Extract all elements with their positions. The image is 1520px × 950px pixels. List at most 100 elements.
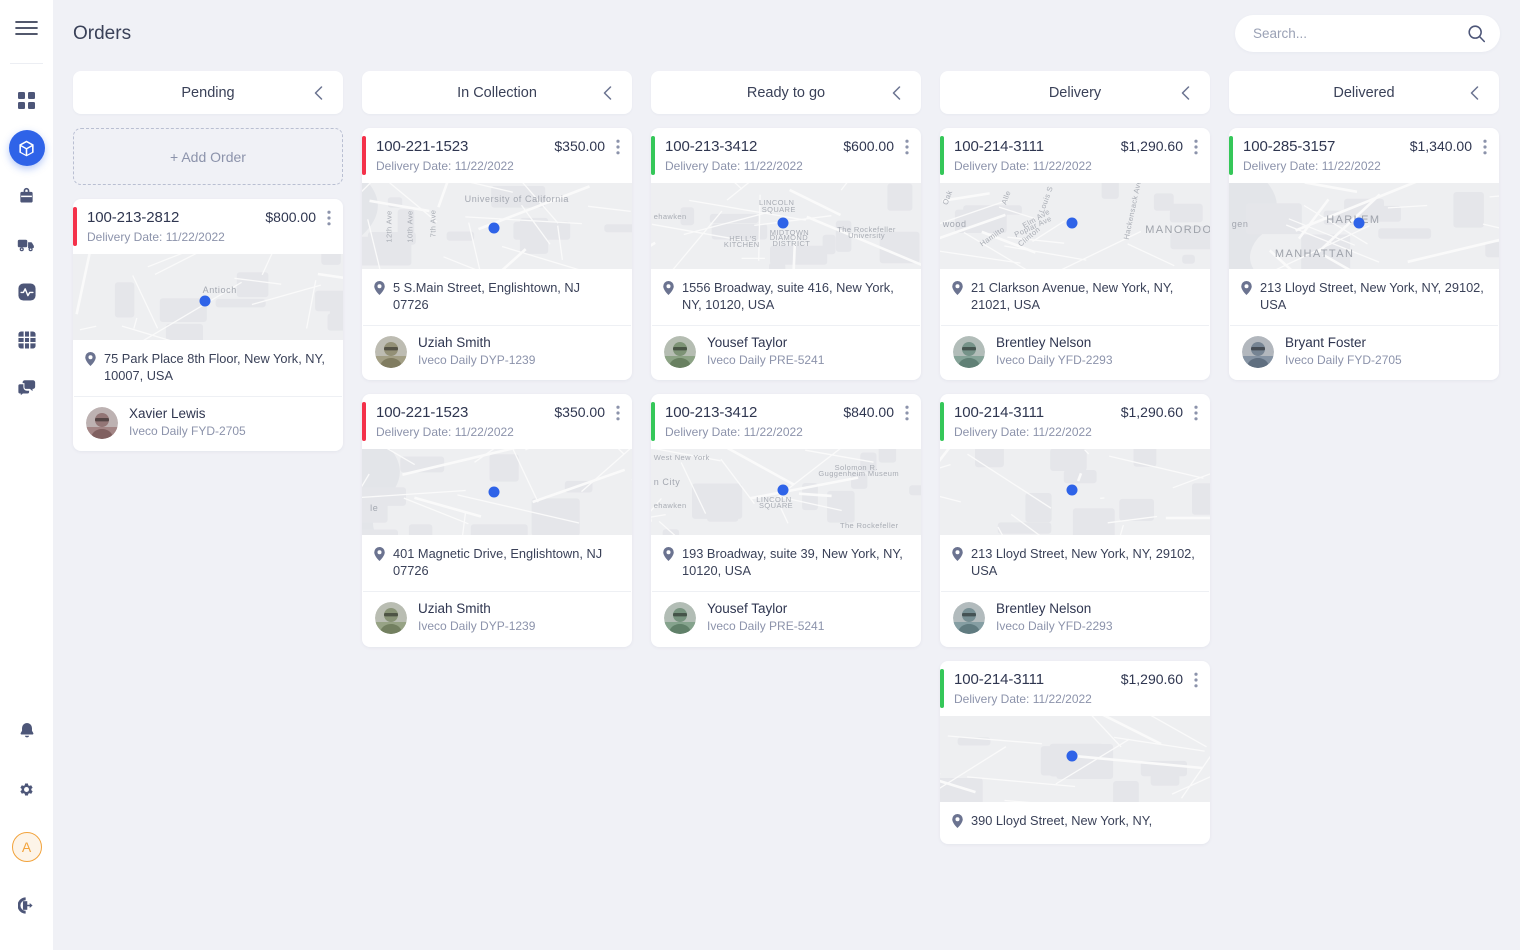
kanban-column-ready-to-go: Ready to go 100-213-3412 $600.00 Delivery … [651,71,921,950]
driver-info: Yousef Taylor Iveco Daily PRE-5241 [707,601,824,634]
order-card-header: 100-214-3111 $1,290.60 Delivery Date: 11/… [940,394,1210,449]
driver-row: Yousef Taylor Iveco Daily PRE-5241 [652,591,920,646]
more-vertical-icon[interactable] [616,139,620,155]
order-address: 21 Clarkson Avenue, New York, NY, 21021,… [971,280,1174,312]
map-pin-marker [199,295,211,307]
driver-vehicle: Iveco Daily YFD-2293 [996,618,1113,633]
column-title: In Collection [457,84,537,101]
column-header[interactable]: Delivered [1229,71,1499,114]
order-location-map[interactable]: HARLEMgenMANHATTAN [1229,183,1499,269]
order-card[interactable]: 100-214-3111 $1,290.60 Delivery Date: 11/… [940,660,1210,844]
order-card[interactable]: 100-214-3111 $1,290.60 Delivery Date: 11/… [940,394,1210,647]
more-vertical-icon[interactable] [1194,672,1198,688]
sidebar-item-settings[interactable] [9,771,45,807]
more-vertical-icon[interactable] [1483,139,1487,155]
delivery-date: Delivery Date: 11/22/2022 [954,691,1092,706]
order-card[interactable]: 100-285-3157 $1,340.00 Delivery Date: 11/… [1229,128,1499,381]
order-card-title-row: 100-213-3412 $840.00 [665,404,909,421]
kanban-board: Pending + Add Order 100-213-2812 $800.00 De… [53,67,1520,950]
order-location-map[interactable] [940,715,1210,802]
sidebar-item-fleet[interactable] [9,226,45,262]
order-location-map[interactable]: University of California 12th Ave 10th Ave… [362,183,632,269]
search-input[interactable] [1253,26,1467,41]
sidebar-item-notifications[interactable] [9,713,45,749]
box-cube-icon [19,140,34,156]
chevron-left-icon[interactable] [603,85,612,100]
map-label: ehawken [653,500,687,510]
sidebar-item-logout[interactable] [9,887,45,923]
map-label: 7th Ave [428,209,438,238]
driver-vehicle: Iveco Daily DYP-1239 [418,352,536,367]
column-header[interactable]: Delivery [940,71,1210,114]
sidebar: A [0,0,53,950]
order-location-map[interactable]: Antioch [73,254,343,340]
driver-name: Brentley Nelson [996,334,1092,350]
order-amount: $1,340.00 [1409,138,1472,154]
order-address-row: 5 S.Main Street, Englishtown, NJ 07726 [362,269,632,325]
sidebar-item-reports[interactable] [9,322,45,358]
more-vertical-icon[interactable] [616,405,620,421]
sidebar-item-orders[interactable] [8,130,45,166]
delivery-date: Delivery Date: 11/22/2022 [1243,159,1381,173]
order-card[interactable]: 100-213-3412 $600.00 Delivery Date: 11/22… [651,128,921,381]
sidebar-item-dashboard[interactable] [9,82,45,118]
delivery-date: Delivery Date: 11/22/2022 [954,159,1092,173]
more-vertical-icon[interactable] [905,405,909,421]
status-accent-bar [651,402,655,442]
driver-avatar [664,601,696,634]
avatar[interactable]: A [11,832,42,862]
order-card[interactable]: 100-221-1523 $350.00 Delivery Date: 11/22… [362,394,632,647]
column-header[interactable]: In Collection [362,71,632,114]
driver-avatar [375,335,407,368]
more-vertical-icon[interactable] [905,139,909,155]
chevron-left-icon[interactable] [1470,85,1479,100]
chevron-left-icon[interactable] [314,85,323,100]
sidebar-item-analytics[interactable] [9,274,45,310]
sidebar-divider [10,63,43,64]
column-header[interactable]: Ready to go [651,71,921,114]
order-card[interactable]: 100-213-2812 $800.00 Delivery Date: 11/22… [73,199,343,452]
more-vertical-icon[interactable] [327,210,331,226]
order-location-map[interactable] [940,449,1210,536]
order-location-map[interactable]: Oak Alle Louis S Hackensack Ave wood Elm Ave P… [940,183,1210,269]
order-amount: $350.00 [554,404,605,421]
hamburger-icon[interactable] [15,20,38,41]
more-vertical-icon[interactable] [1194,405,1198,421]
order-card[interactable]: 100-213-3412 $840.00 Delivery Date: 11/22… [651,394,921,647]
driver-vehicle: Iveco Daily PRE-5241 [707,618,825,633]
driver-row: Uziah Smith Iveco Daily DYP-1239 [363,591,631,646]
order-location-map[interactable]: LINCOLN SQUARE ehawken MIDTOWN HELL'S KITCHEN… [651,183,921,269]
sidebar-item-messages[interactable] [9,370,45,406]
driver-info: Uziah Smith Iveco Daily DYP-1239 [418,335,535,368]
sidebar-item-inventory[interactable] [9,178,45,214]
map-label: Guggenheim Museum [818,469,899,479]
delivery-date: Delivery Date: 11/22/2022 [665,159,803,173]
chevron-left-icon[interactable] [1181,85,1190,100]
order-amount: $600.00 [843,138,894,154]
order-location-map[interactable]: le [362,449,632,536]
driver-vehicle: Iveco Daily YFD-2293 [996,352,1113,367]
order-amount: $1,290.60 [1120,670,1183,687]
order-card[interactable]: 100-221-1523 $350.00 Delivery Date: 11/22… [362,128,632,381]
driver-name: Yousef Taylor [707,334,788,350]
map-pin-icon [663,547,674,580]
search-icon[interactable] [1467,24,1486,43]
map-label: DISTRICT [772,238,811,248]
add-order-button[interactable]: + Add Order [73,128,343,185]
column-header[interactable]: Pending [73,71,343,114]
column-title: Delivery [1048,84,1102,101]
column-cards: 100-285-3157 $1,340.00 Delivery Date: 11/… [1229,128,1499,381]
map-label: le [370,502,379,513]
chevron-left-icon[interactable] [892,85,901,100]
order-location-map[interactable]: West New York n City ehawken Solomon R. Gugg… [651,449,921,536]
map-label: MANHATTAN [1274,247,1355,260]
driver-avatar [953,601,985,634]
map-label: University [848,231,886,241]
column-title: Ready to go [746,84,826,101]
order-address: 213 Lloyd Street, New York, NY, 29102, U… [1260,280,1484,312]
column-cards: 100-214-3111 $1,290.60 Delivery Date: 11/… [940,128,1210,844]
more-vertical-icon[interactable] [1194,139,1198,155]
search-bar[interactable] [1235,15,1500,52]
order-card[interactable]: 100-214-3111 $1,290.60 Delivery Date: 11/… [940,128,1210,381]
column-cards: 100-213-3412 $600.00 Delivery Date: 11/22… [651,128,921,647]
